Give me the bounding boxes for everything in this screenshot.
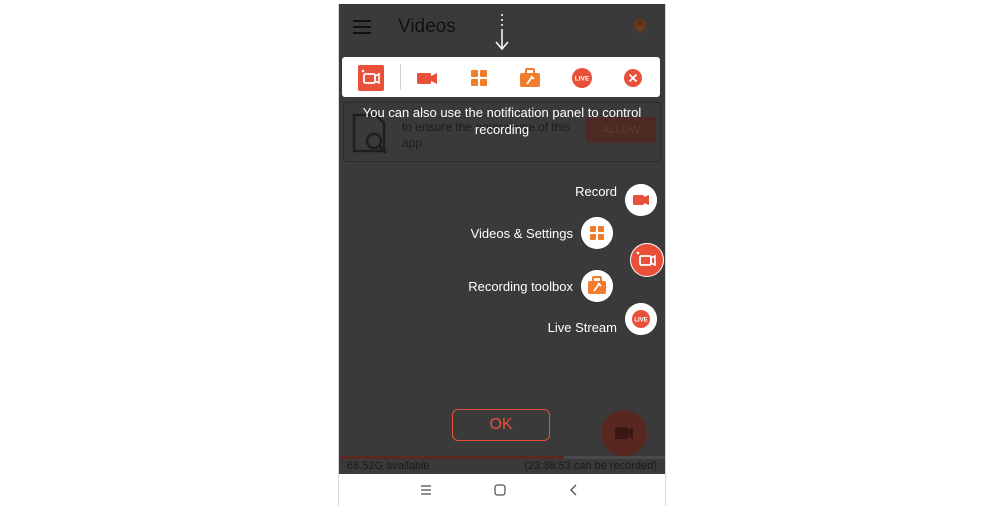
live-badge-text: LIVE [575,76,590,83]
recording-toolbox-button[interactable] [581,270,613,302]
close-icon[interactable] [620,65,646,91]
premium-gem-icon[interactable] [629,16,651,38]
live-badge-text: LIVE [634,317,647,323]
menu-icon[interactable] [353,20,371,34]
live-icon[interactable]: LIVE [569,65,595,91]
back-chevron-icon[interactable] [567,483,581,497]
record-label: Record [575,184,617,199]
ok-button[interactable]: OK [452,409,550,441]
videos-settings-button[interactable] [581,217,613,249]
videos-settings-label: Videos & Settings [470,226,573,241]
menu-lines-icon[interactable] [419,483,433,497]
storage-status: 68.52G available (23:38:53 can be record… [339,459,665,474]
toolbox-label: Recording toolbox [468,279,573,294]
storage-available: 68.52G available [347,460,430,472]
app-bar: Videos [339,4,665,52]
page-title: Videos [398,16,456,37]
record-bubble-icon[interactable] [358,65,384,91]
home-square-icon[interactable] [493,483,507,497]
video-camera-icon[interactable] [414,65,440,91]
record-bubble-icon [636,251,656,267]
live-stream-button[interactable]: LIVE [625,303,657,335]
main-record-fab[interactable] [601,410,647,456]
live-stream-label: Live Stream [547,320,617,335]
floating-record-bubble[interactable] [630,243,664,277]
notification-hint: You can also use the notification panel … [362,105,642,137]
recordable-time: (23:38:53 can be recorded) [524,460,657,472]
phone-screen: Videos to ensure the normal use of this … [338,4,666,506]
arrow-down-icon [495,14,509,51]
divider [400,64,401,90]
video-camera-icon [615,427,633,439]
system-nav-bar [339,474,665,506]
record-button[interactable] [625,184,657,216]
toolbox-icon[interactable] [517,65,543,91]
control-panel: LIVE [342,57,660,97]
grid-icon[interactable] [466,65,492,91]
